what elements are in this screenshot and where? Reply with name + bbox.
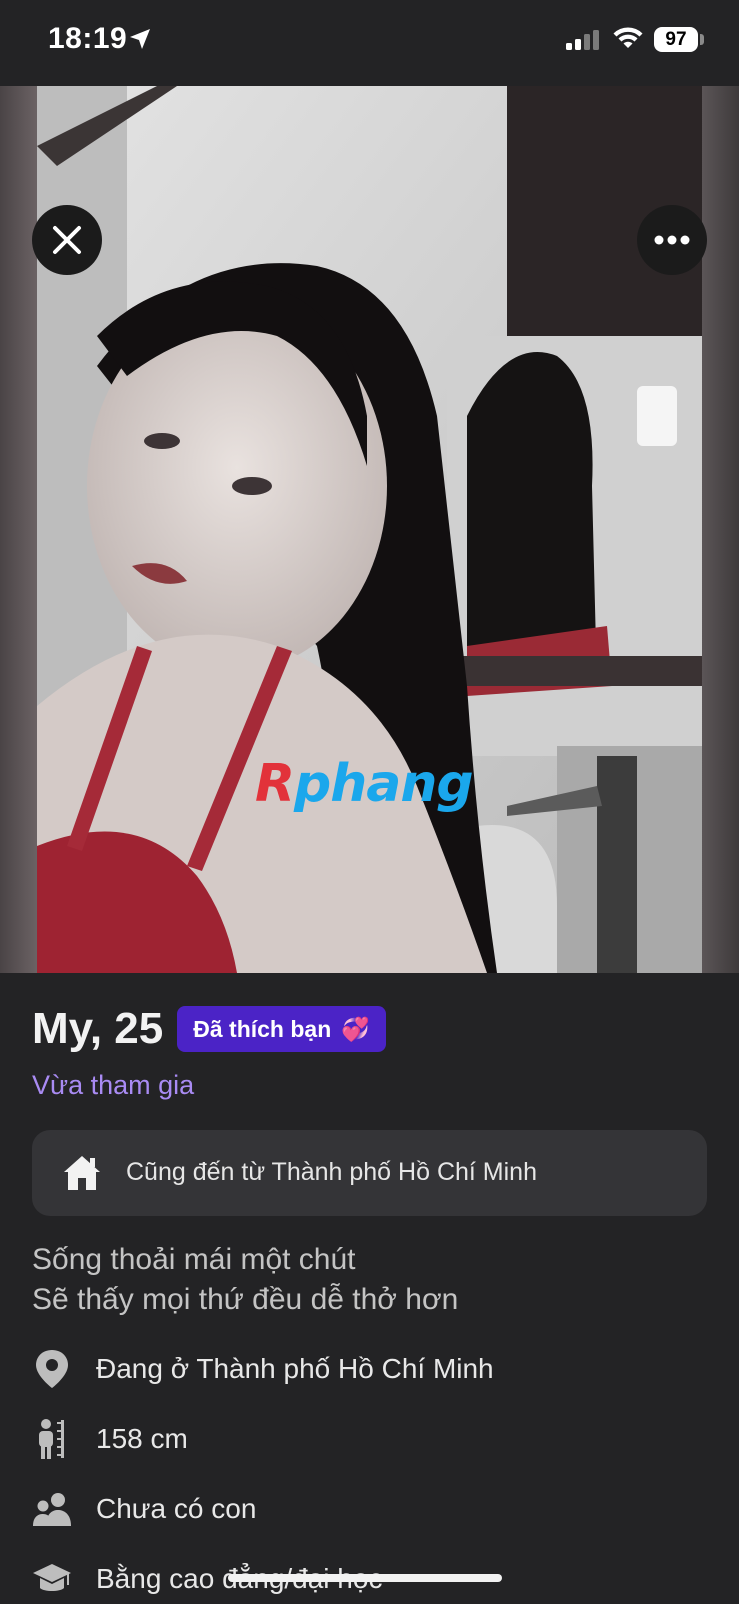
bio-text: Sống thoải mái một chút Sẽ thấy mọi thứ …	[32, 1240, 712, 1320]
more-options-button[interactable]	[637, 205, 707, 275]
previous-photo-edge	[0, 86, 37, 973]
close-icon	[53, 226, 81, 254]
bio-line: Sẽ thấy mọi thứ đều dễ thở hơn	[32, 1283, 459, 1316]
profile-photo[interactable]: Rphang	[37, 86, 702, 973]
bio-line: Sống thoải mái một chút	[32, 1243, 356, 1276]
more-icon	[654, 235, 690, 245]
next-photo-edge	[702, 86, 739, 973]
hometown-card: Cũng đến từ Thành phố Hồ Chí Minh	[32, 1130, 707, 1216]
close-button[interactable]	[32, 205, 102, 275]
height-icon	[32, 1419, 72, 1459]
info-row-children: Chưa có con	[32, 1484, 256, 1534]
cellular-signal-icon	[566, 30, 600, 55]
info-children-text: Chưa có con	[96, 1493, 257, 1524]
location-pin-icon	[32, 1349, 72, 1389]
status-bar: 18:19 97	[0, 0, 739, 86]
education-icon	[32, 1559, 72, 1599]
children-icon	[32, 1489, 72, 1529]
liked-you-badge: Đã thích bạn 💞	[177, 1006, 386, 1052]
info-row-location: Đang ở Thành phố Hồ Chí Minh	[32, 1344, 494, 1394]
info-row-height: 158 cm	[32, 1414, 188, 1464]
status-time: 18:19	[48, 22, 128, 55]
battery-tip	[700, 34, 704, 45]
wifi-icon	[612, 26, 644, 55]
hometown-text: Cũng đến từ Thành phố Hồ Chí Minh	[126, 1158, 537, 1186]
info-height-text: 158 cm	[96, 1423, 188, 1454]
home-indicator[interactable]	[228, 1574, 502, 1582]
info-location-text: Đang ở Thành phố Hồ Chí Minh	[96, 1353, 494, 1384]
joined-status: Vừa tham gia	[32, 1070, 195, 1100]
heart-icon: 💞	[341, 1015, 370, 1042]
name-row: My, 25 Đã thích bạn 💞	[32, 1004, 386, 1054]
house-icon	[62, 1154, 102, 1197]
watermark-logo: Rphang	[255, 754, 474, 814]
location-arrow-icon	[128, 27, 152, 56]
info-row-education: Bằng cao đẳng/đại học	[32, 1554, 382, 1604]
liked-badge-label: Đã thích bạn	[193, 1015, 332, 1042]
name-age: My, 25	[32, 1004, 164, 1053]
profile-photo-area[interactable]: Rphang	[0, 86, 739, 973]
battery-indicator: 97	[654, 27, 698, 52]
